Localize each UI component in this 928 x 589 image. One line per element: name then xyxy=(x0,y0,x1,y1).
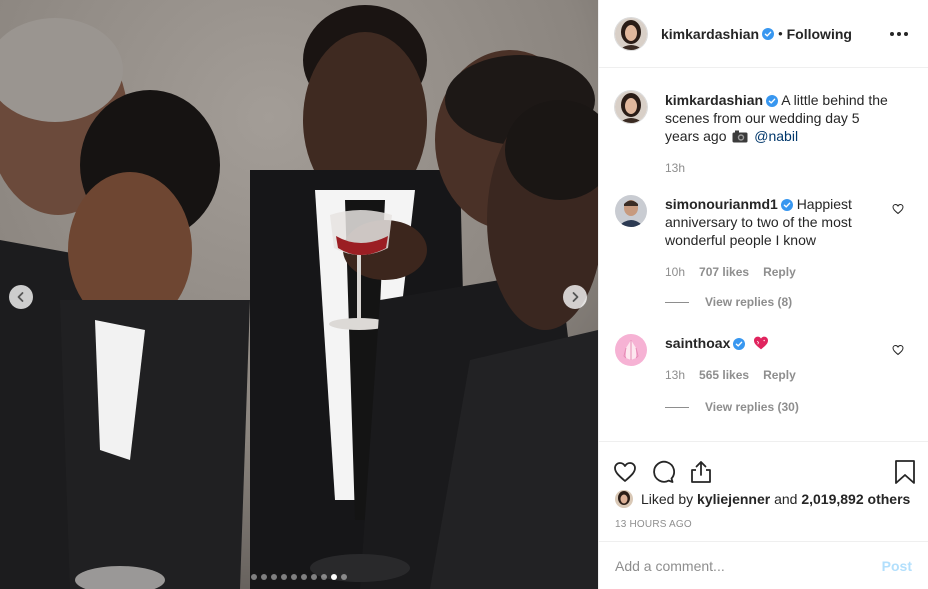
view-replies-label: View replies (30) xyxy=(705,400,799,414)
next-slide-button[interactable] xyxy=(563,285,587,309)
user-avatar-icon[interactable] xyxy=(615,334,647,366)
carousel-dot xyxy=(291,574,297,580)
like-comment-heart-icon[interactable] xyxy=(892,203,904,215)
carousel-dot xyxy=(301,574,307,580)
user-avatar-icon[interactable] xyxy=(615,490,633,508)
photo-image xyxy=(0,0,598,589)
action-bar xyxy=(599,442,928,490)
comment-timestamp[interactable]: 10h xyxy=(665,263,685,281)
replies-divider-line xyxy=(665,406,689,408)
post-header: kimkardashian • Following xyxy=(599,0,928,68)
comment-meta: 10h 707 likes Reply xyxy=(665,263,895,281)
post-time-ago[interactable]: 13 hours ago xyxy=(599,519,928,530)
carousel-dot xyxy=(311,574,317,580)
user-avatar-icon[interactable] xyxy=(615,91,647,123)
caption-timestamp[interactable]: 13h xyxy=(665,159,685,177)
caption-mention-link[interactable]: @nabil xyxy=(754,128,798,144)
carousel-dot xyxy=(341,574,347,580)
separator-dot: • xyxy=(778,26,783,41)
sparkling-heart-icon xyxy=(754,336,769,350)
carousel-dot xyxy=(321,574,327,580)
instagram-post: kimkardashian • Following kimkardashian … xyxy=(0,0,928,589)
post-side-panel: kimkardashian • Following kimkardashian … xyxy=(598,0,928,589)
comment-likes-count[interactable]: 565 likes xyxy=(699,366,749,384)
like-heart-icon[interactable] xyxy=(613,460,637,484)
share-icon[interactable] xyxy=(689,460,713,484)
liked-by-conjunction: and xyxy=(774,491,798,507)
verified-badge-icon xyxy=(766,95,779,107)
view-replies-label: View replies (8) xyxy=(705,295,793,309)
liked-by-summary: Liked by kyliejenner and 2,019,892 other… xyxy=(599,490,928,508)
comment-username[interactable]: simonourianmd1 xyxy=(665,196,778,212)
more-dot-icon xyxy=(897,31,901,36)
verified-badge-icon xyxy=(780,199,793,211)
liked-by-prefix: Liked by xyxy=(641,491,694,507)
comment-input[interactable] xyxy=(615,557,882,574)
previous-slide-button[interactable] xyxy=(9,285,33,309)
carousel-dot xyxy=(261,574,267,580)
author-username[interactable]: kimkardashian xyxy=(661,26,759,42)
comment-username[interactable]: sainthoax xyxy=(665,335,730,351)
caption: kimkardashian A little behind the scenes… xyxy=(615,91,912,177)
liked-by-user-link[interactable]: kyliejenner xyxy=(697,491,770,507)
following-button[interactable]: Following xyxy=(787,26,852,42)
caption-username[interactable]: kimkardashian xyxy=(665,92,763,108)
comment-likes-count[interactable]: 707 likes xyxy=(699,263,749,281)
comment-meta: 13h 565 likes Reply xyxy=(665,366,895,384)
replies-divider-line xyxy=(665,301,689,303)
caption-meta: 13h xyxy=(665,159,895,177)
comment-item: sainthoax 13h 565 likes Reply xyxy=(615,334,912,384)
user-avatar-icon[interactable] xyxy=(615,195,647,227)
post-actions-section: Liked by kyliejenner and 2,019,892 other… xyxy=(599,441,928,541)
add-comment-form: Post xyxy=(599,541,928,589)
post-photo[interactable] xyxy=(0,0,598,589)
view-replies-button[interactable]: View replies (30) xyxy=(665,400,799,414)
carousel-dot xyxy=(271,574,277,580)
comment-body: simonourianmd1 Happiest anniversary to t… xyxy=(665,195,895,281)
carousel-dot xyxy=(251,574,257,580)
camera-icon xyxy=(732,130,748,143)
carousel-indicator xyxy=(0,574,598,580)
chevron-left-icon xyxy=(17,292,24,302)
verified-badge-icon xyxy=(733,338,746,350)
bookmark-icon[interactable] xyxy=(894,460,916,484)
comments-list[interactable]: kimkardashian A little behind the scenes… xyxy=(599,69,928,441)
likes-count-link[interactable]: 2,019,892 others xyxy=(801,491,910,507)
comment-item: simonourianmd1 Happiest anniversary to t… xyxy=(615,195,912,281)
comment-bubble-icon[interactable] xyxy=(651,460,675,484)
carousel-dot xyxy=(331,574,337,580)
chevron-right-icon xyxy=(572,292,579,302)
like-comment-heart-icon[interactable] xyxy=(892,344,904,356)
comment-timestamp[interactable]: 13h xyxy=(665,366,685,384)
reply-button[interactable]: Reply xyxy=(763,263,796,281)
reply-button[interactable]: Reply xyxy=(763,366,796,384)
caption-body: kimkardashian A little behind the scenes… xyxy=(665,91,895,177)
more-dot-icon xyxy=(904,31,908,36)
verified-badge-icon xyxy=(762,27,775,40)
carousel-dot xyxy=(281,574,287,580)
comment-body: sainthoax 13h 565 likes Reply xyxy=(665,334,895,384)
view-replies-button[interactable]: View replies (8) xyxy=(665,295,792,309)
more-options-button[interactable] xyxy=(886,28,912,40)
more-dot-icon xyxy=(890,31,894,36)
user-avatar-icon[interactable] xyxy=(615,17,647,50)
post-comment-button[interactable]: Post xyxy=(882,558,912,574)
